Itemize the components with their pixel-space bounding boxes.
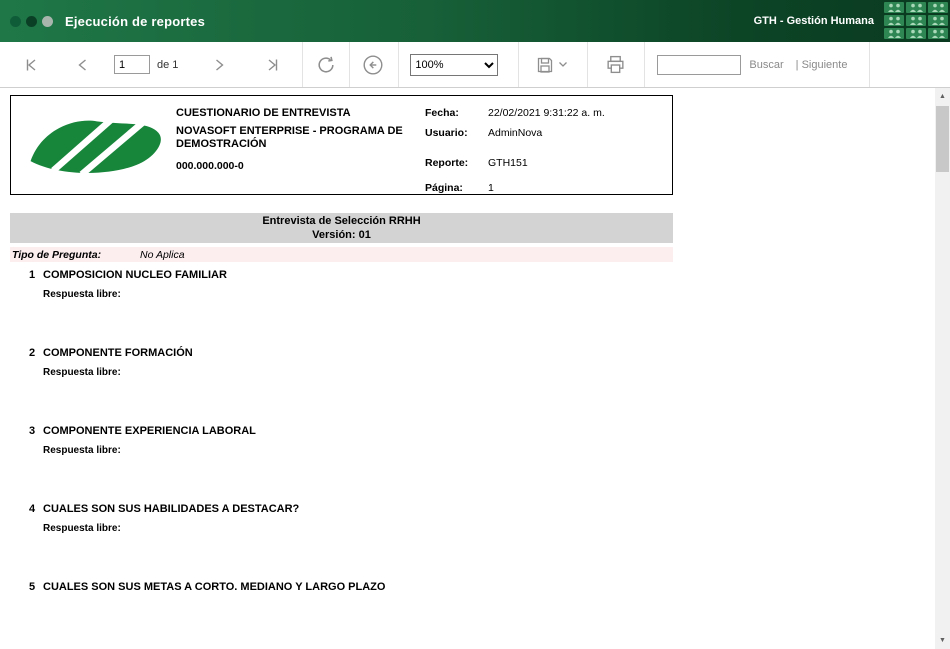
pagina-value: 1 bbox=[488, 182, 494, 194]
toolbar-separator bbox=[398, 42, 400, 87]
back-button[interactable] bbox=[358, 50, 388, 80]
scrollbar-thumb[interactable] bbox=[936, 106, 949, 172]
pagina-label: Página: bbox=[425, 182, 463, 194]
meta-fecha: Fecha: 22/02/2021 9:31:22 a. m. bbox=[425, 107, 605, 119]
window-dot-3[interactable] bbox=[42, 15, 53, 27]
meta-reporte: Reporte: GTH151 bbox=[425, 157, 528, 169]
toolbar-separator bbox=[869, 42, 871, 87]
question-number: 5 bbox=[29, 581, 36, 590]
search-next-link[interactable]: | Siguiente bbox=[796, 59, 848, 71]
fecha-value: 22/02/2021 9:31:22 a. m. bbox=[488, 107, 605, 119]
question-type-label: Tipo de Pregunta: bbox=[12, 248, 102, 261]
module-label: GTH - Gestión Humana bbox=[753, 15, 874, 27]
first-page-button[interactable] bbox=[16, 50, 46, 80]
question-answer-label: Respuesta libre: bbox=[43, 445, 121, 456]
question-item: 1 COMPOSICION NUCLEO FAMILIAR Respuesta … bbox=[0, 269, 680, 347]
save-icon bbox=[537, 57, 553, 73]
print-button[interactable] bbox=[600, 50, 630, 80]
vertical-scrollbar[interactable]: ▲ ▼ bbox=[935, 88, 950, 649]
usuario-label: Usuario: bbox=[425, 127, 468, 139]
question-text: COMPOSICION NUCLEO FAMILIAR bbox=[43, 269, 227, 281]
question-answer-label: Respuesta libre: bbox=[43, 367, 121, 378]
question-type-row: Tipo de Pregunta: No Aplica bbox=[10, 247, 673, 262]
report-toolbar: de 1 100% Buscar | Siguiente bbox=[0, 42, 950, 88]
question-item: 5 CUALES SON SUS METAS A CORTO, MEDIANO … bbox=[0, 581, 680, 590]
company-logo bbox=[11, 96, 176, 194]
report-title: CUESTIONARIO DE ENTREVISTA bbox=[176, 107, 351, 119]
question-answer-label: Respuesta libre: bbox=[43, 523, 121, 534]
question-text: CUALES SON SUS HABILIDADES A DESTACAR? bbox=[43, 503, 300, 515]
last-page-button[interactable] bbox=[258, 50, 288, 80]
report-subtitle: NOVASOFT ENTERPRISE - PROGRAMA DE DEMOST… bbox=[176, 125, 403, 150]
chevron-down-icon bbox=[558, 62, 567, 67]
titlebar: Ejecución de reportes GTH - Gestión Huma… bbox=[0, 0, 950, 42]
company-id: 000.000.000-0 bbox=[176, 160, 244, 172]
report-header: CUESTIONARIO DE ENTREVISTA NOVASOFT ENTE… bbox=[10, 95, 673, 195]
window-dot-2[interactable] bbox=[26, 15, 37, 27]
question-answer-label: Respuesta libre: bbox=[43, 289, 121, 300]
question-number: 1 bbox=[29, 269, 36, 281]
toolbar-separator bbox=[302, 42, 304, 87]
prev-page-button[interactable] bbox=[68, 50, 98, 80]
zoom-select[interactable]: 100% bbox=[410, 53, 499, 76]
report-page: CUESTIONARIO DE ENTREVISTA NOVASOFT ENTE… bbox=[0, 88, 935, 590]
page-number-input[interactable] bbox=[114, 55, 150, 74]
toolbar-separator bbox=[644, 42, 646, 87]
toolbar-separator bbox=[587, 42, 589, 87]
question-number: 3 bbox=[29, 425, 36, 437]
question-number: 2 bbox=[29, 347, 36, 359]
refresh-icon bbox=[318, 56, 335, 73]
scroll-down-arrow[interactable]: ▼ bbox=[935, 632, 950, 649]
question-list: 1 COMPOSICION NUCLEO FAMILIAR Respuesta … bbox=[0, 269, 680, 590]
reporte-label: Reporte: bbox=[425, 157, 469, 169]
people-grid-logo bbox=[884, 2, 948, 39]
page-count-label: de 1 bbox=[157, 58, 179, 71]
question-item: 4 CUALES SON SUS HABILIDADES A DESTACAR?… bbox=[0, 503, 680, 581]
window-title: Ejecución de reportes bbox=[65, 13, 206, 29]
question-number: 4 bbox=[29, 503, 36, 515]
window-controls bbox=[10, 15, 53, 27]
toolbar-separator bbox=[349, 42, 351, 87]
chevron-left-icon bbox=[78, 58, 86, 71]
banner-version: Versión: 01 bbox=[312, 229, 371, 241]
scroll-up-arrow[interactable]: ▲ bbox=[935, 88, 950, 105]
usuario-value: AdminNova bbox=[488, 127, 543, 139]
question-text: CUALES SON SUS METAS A CORTO, MEDIANO Y … bbox=[43, 581, 386, 590]
refresh-button[interactable] bbox=[311, 50, 341, 80]
question-type-value: No Aplica bbox=[140, 248, 185, 261]
next-page-button[interactable] bbox=[204, 50, 234, 80]
section-banner: Entrevista de Selección RRHH Versión: 01 bbox=[10, 213, 673, 243]
toolbar-separator bbox=[518, 42, 520, 87]
question-item: 3 COMPONENTE EXPERIENCIA LABORAL Respues… bbox=[0, 425, 680, 503]
question-text: COMPONENTE FORMACIÓN bbox=[43, 347, 193, 359]
window-dot-1[interactable] bbox=[10, 15, 21, 27]
search-label: Buscar bbox=[749, 58, 784, 71]
report-viewer: CUESTIONARIO DE ENTREVISTA NOVASOFT ENTE… bbox=[0, 88, 950, 649]
chevron-bar-left-icon bbox=[26, 58, 36, 71]
chevron-right-icon bbox=[216, 58, 225, 71]
meta-pagina: Página: 1 bbox=[425, 182, 494, 194]
banner-title: Entrevista de Selección RRHH bbox=[262, 215, 421, 227]
question-text: COMPONENTE EXPERIENCIA LABORAL bbox=[43, 425, 256, 437]
question-item: 2 COMPONENTE FORMACIÓN Respuesta libre: bbox=[0, 347, 680, 425]
fecha-label: Fecha: bbox=[425, 107, 459, 119]
print-icon bbox=[607, 55, 624, 74]
save-export-button[interactable] bbox=[529, 50, 573, 80]
back-circle-icon bbox=[363, 54, 383, 75]
chevron-bar-right-icon bbox=[268, 58, 278, 71]
search-input[interactable] bbox=[657, 54, 742, 75]
reporte-value: GTH151 bbox=[488, 157, 528, 169]
meta-usuario: Usuario: AdminNova bbox=[425, 127, 542, 139]
